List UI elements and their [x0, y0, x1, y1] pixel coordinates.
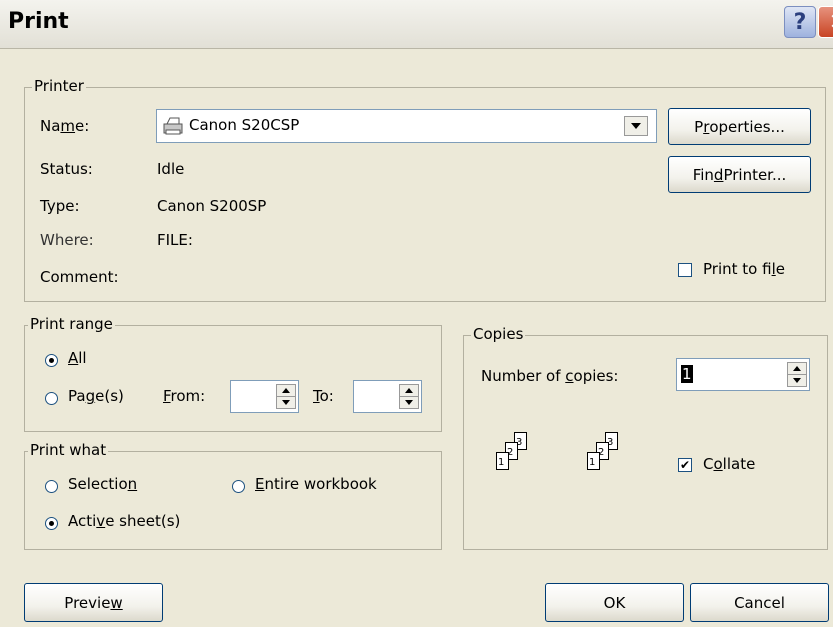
- title-bar: [0, 0, 833, 49]
- collate-checkbox[interactable]: ✔: [678, 458, 692, 472]
- from-label: From:: [163, 387, 206, 405]
- printer-dropdown-button[interactable]: [624, 116, 648, 136]
- printer-group-label: Printer: [32, 77, 86, 95]
- help-icon: ?: [793, 9, 807, 35]
- collated-pages-icon: 3 2 1: [587, 432, 627, 472]
- printer-icon: [163, 117, 183, 135]
- print-what-group-label: Print what: [28, 441, 109, 459]
- from-input[interactable]: [230, 380, 299, 413]
- printer-name-value: Canon S20CSP: [189, 116, 300, 134]
- entire-workbook-radio[interactable]: [232, 480, 245, 493]
- cancel-button[interactable]: Cancel: [690, 583, 829, 622]
- checkmark-icon: ✔: [679, 458, 691, 472]
- selection-radio[interactable]: [45, 480, 58, 493]
- window-title: Print: [8, 9, 69, 34]
- number-of-copies-input[interactable]: 1: [676, 358, 810, 391]
- copies-value: 1: [681, 365, 693, 383]
- comment-label: Comment:: [40, 268, 119, 286]
- print-range-group: [24, 325, 442, 432]
- to-input[interactable]: [353, 380, 422, 413]
- to-spinner[interactable]: [399, 384, 419, 409]
- uncollated-pages-icon: 3 2 1: [496, 432, 536, 472]
- pages-label: Page(s): [68, 387, 124, 405]
- ok-button[interactable]: OK: [545, 583, 684, 622]
- collate-label: Collate: [703, 455, 756, 473]
- printer-name-combobox[interactable]: Canon S20CSP: [156, 109, 657, 143]
- where-label: Where:: [40, 231, 94, 249]
- close-button[interactable]: ✕: [818, 6, 833, 38]
- active-sheets-radio[interactable]: [45, 517, 58, 530]
- print-what-group: [24, 451, 442, 550]
- help-button[interactable]: ?: [784, 6, 816, 38]
- number-of-copies-label: Number of copies:: [481, 367, 619, 385]
- to-label: To:: [313, 387, 334, 405]
- all-label: All: [68, 349, 87, 367]
- where-value: FILE:: [157, 231, 193, 249]
- type-value: Canon S200SP: [157, 197, 267, 215]
- status-label: Status:: [40, 160, 93, 178]
- all-radio[interactable]: [45, 354, 58, 367]
- chevron-down-icon: [631, 123, 641, 129]
- print-range-group-label: Print range: [28, 315, 115, 333]
- print-to-file-label: Print to file: [703, 260, 785, 278]
- entire-workbook-label: Entire workbook: [255, 475, 377, 493]
- status-value: Idle: [157, 160, 185, 178]
- copies-group-label: Copies: [471, 325, 526, 343]
- selection-label: Selection: [68, 475, 138, 493]
- preview-button[interactable]: Previe w: [24, 583, 163, 622]
- type-label: Type:: [40, 197, 80, 215]
- from-spinner[interactable]: [276, 384, 296, 409]
- find-printer-button[interactable]: Fin d Printer...: [668, 156, 811, 193]
- active-sheets-label: Active sheet(s): [68, 512, 181, 530]
- close-icon: ✕: [829, 10, 833, 35]
- properties-button[interactable]: Pr operties...: [668, 108, 811, 145]
- name-label: Name:: [40, 117, 90, 135]
- copies-spinner[interactable]: [787, 362, 807, 387]
- pages-radio[interactable]: [45, 392, 58, 405]
- print-to-file-checkbox[interactable]: [678, 263, 692, 277]
